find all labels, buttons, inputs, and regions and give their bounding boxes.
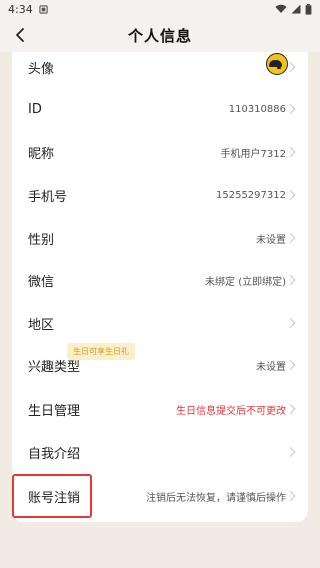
row-bio[interactable]: 自我介绍: [12, 431, 308, 473]
chevron-right-icon: [285, 104, 296, 114]
row-value-cancel-account: 注销后无法恢复，请谨慎后操作: [146, 492, 286, 504]
row-gender[interactable]: 性别 未设置: [12, 217, 308, 259]
highlight-box: [12, 474, 92, 518]
row-phone[interactable]: 手机号 15255297312: [12, 174, 308, 216]
row-label-bio: 自我介绍: [28, 446, 81, 462]
status-bar: 4:34: [0, 0, 320, 18]
chevron-right-icon: [285, 275, 296, 285]
row-value-gender: 未设置: [256, 234, 286, 246]
chevron-right-icon: [285, 233, 296, 243]
row-value-wechat: 未绑定 (立即绑定): [205, 276, 286, 288]
status-time: 4:34: [8, 2, 33, 16]
row-birthday[interactable]: 生日管理 生日信息提交后不可更改: [12, 388, 308, 430]
chevron-right-icon: [285, 404, 296, 414]
profile-card: 头像 ID 110310886 昵称 手机用户7312 手机号 15255297…: [12, 52, 308, 522]
chevron-right-icon: [285, 62, 296, 72]
row-value-phone: 15255297312: [216, 189, 286, 201]
row-value-id: 110310886: [228, 103, 286, 115]
signal-icon: [291, 4, 301, 14]
wifi-icon: [275, 4, 287, 13]
row-interest[interactable]: 兴趣类型 未设置: [12, 344, 308, 386]
birthday-gift-badge: 生日可享生日礼: [67, 343, 135, 360]
row-value-interest: 未设置: [256, 361, 286, 373]
row-region[interactable]: 地区: [12, 302, 308, 344]
row-label-birthday: 生日管理: [28, 403, 81, 419]
chevron-right-icon: [285, 318, 296, 328]
row-label-wechat: 微信: [28, 274, 55, 290]
row-label-id: ID: [28, 101, 42, 117]
page-title: 个人信息: [127, 26, 192, 45]
row-nickname[interactable]: 昵称 手机用户7312: [12, 131, 308, 173]
row-avatar[interactable]: 头像: [12, 46, 308, 88]
chevron-left-icon: [16, 28, 24, 42]
row-value-birthday: 生日信息提交后不可更改: [176, 405, 286, 417]
row-value-nickname: 手机用户7312: [220, 148, 286, 160]
chevron-right-icon: [285, 360, 296, 370]
notification-icon: [39, 4, 48, 14]
battery-icon: [305, 3, 312, 15]
row-label-avatar: 头像: [28, 61, 55, 77]
row-label-region: 地区: [28, 317, 55, 333]
row-label-nickname: 昵称: [28, 146, 55, 162]
back-button[interactable]: [8, 23, 32, 47]
avatar: [266, 53, 288, 75]
row-wechat[interactable]: 微信 未绑定 (立即绑定): [12, 259, 308, 301]
chevron-right-icon: [285, 491, 296, 501]
chevron-right-icon: [285, 447, 296, 457]
chevron-right-icon: [285, 147, 296, 157]
row-label-phone: 手机号: [28, 189, 68, 205]
chevron-right-icon: [285, 190, 296, 200]
row-id[interactable]: ID 110310886: [12, 88, 308, 130]
row-label-gender: 性别: [28, 232, 55, 248]
